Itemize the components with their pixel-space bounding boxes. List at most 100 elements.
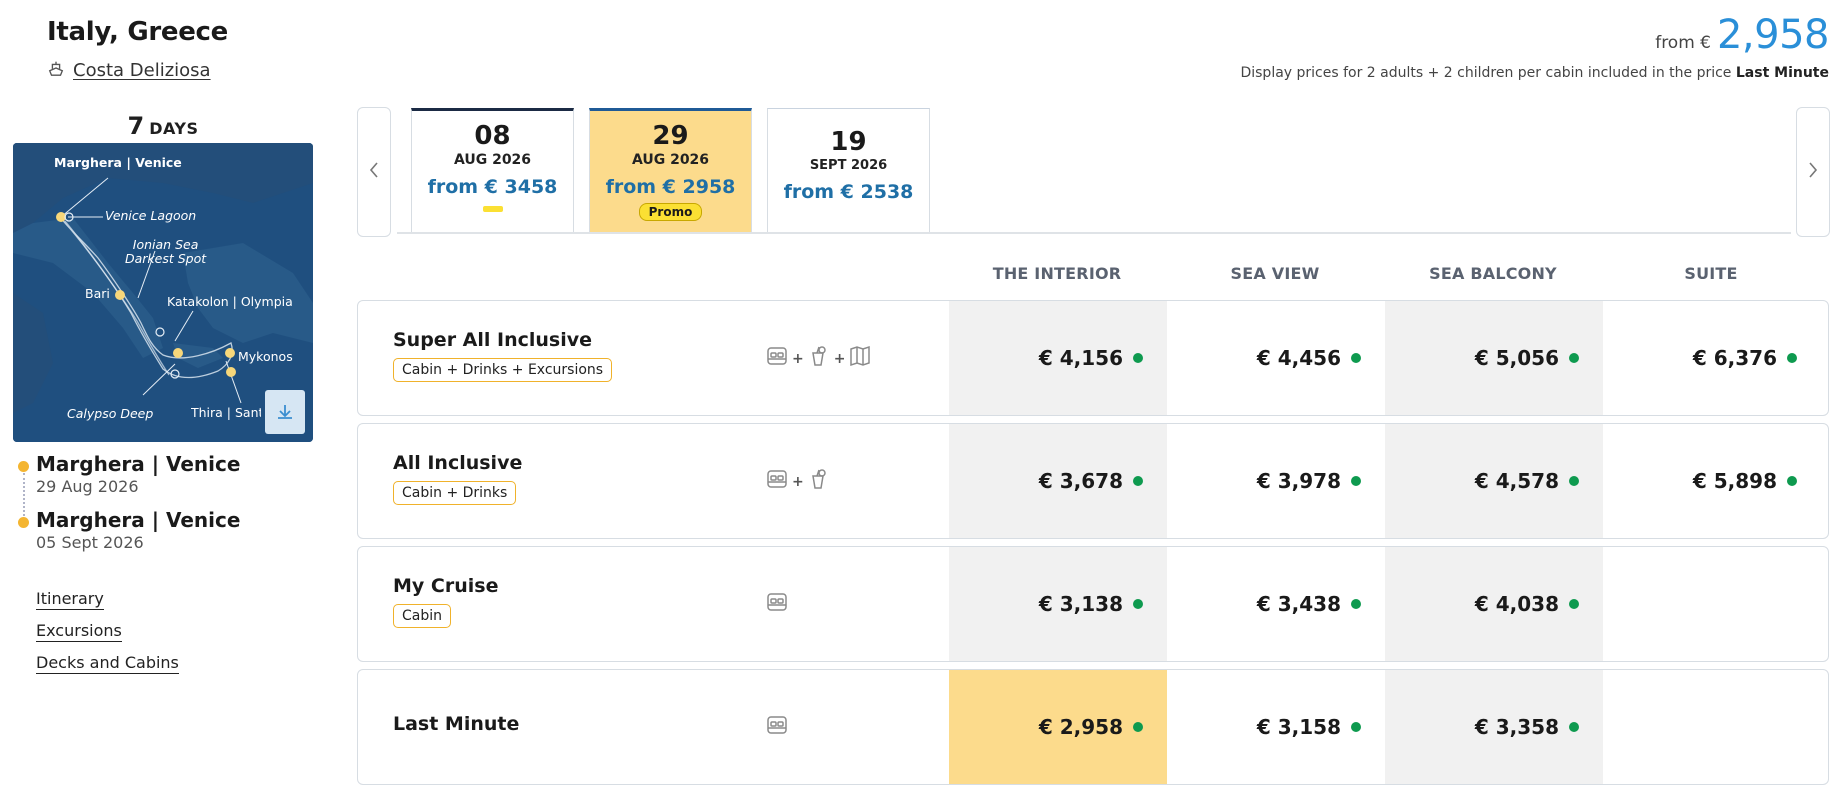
plus-icon: + <box>792 351 804 367</box>
drink-icon <box>807 344 831 368</box>
price-cell[interactable]: € 3,138 <box>949 547 1167 661</box>
price-value: € 4,156 <box>1038 346 1123 370</box>
stop-name: Marghera | Venice <box>36 508 241 532</box>
price-value: € 3,358 <box>1474 715 1559 739</box>
days-number: 7 <box>127 112 145 140</box>
availability-dot <box>1133 353 1143 363</box>
dates-prev-button[interactable] <box>357 107 391 237</box>
map-label-ionian: Ionian Sea Darkest Spot <box>125 237 207 266</box>
map-icon <box>848 344 872 368</box>
price-cell[interactable]: € 5,056 <box>1385 301 1603 415</box>
duration: 7 DAYS <box>13 112 313 140</box>
dates-next-button[interactable] <box>1796 107 1830 237</box>
map-download-button[interactable] <box>265 390 305 434</box>
date-tab-day: 08 <box>474 121 511 151</box>
ship-icon <box>47 59 65 82</box>
price-cell[interactable]: € 4,456 <box>1167 301 1385 415</box>
fare-row-last-minute: Last Minute € 2,958 € 3,158 € 3,358 <box>357 669 1829 785</box>
fare-icons <box>765 590 789 614</box>
price-note-text: Display prices for 2 adults + 2 children… <box>1240 65 1732 81</box>
availability-dot <box>1569 353 1579 363</box>
price-from: from € 2,958 <box>1655 12 1829 58</box>
availability-dot <box>1351 722 1361 732</box>
fare-icons: + + <box>765 344 872 368</box>
date-tab-3[interactable]: 19 SEPT 2026 from € 2538 <box>767 108 930 232</box>
availability-dot <box>1787 476 1797 486</box>
availability-dot <box>1351 353 1361 363</box>
price-value: € 3,678 <box>1038 469 1123 493</box>
ship-name[interactable]: Costa Deliziosa <box>73 60 211 81</box>
price-cell[interactable]: € 4,156 <box>949 301 1167 415</box>
stop-date: 29 Aug 2026 <box>36 477 139 496</box>
date-tab-price: from € 2538 <box>783 181 914 203</box>
stop-name: Marghera | Venice <box>36 452 241 476</box>
link-excursions[interactable]: Excursions <box>36 621 122 642</box>
days-label: DAYS <box>149 119 199 138</box>
link-decks-cabins[interactable]: Decks and Cabins <box>36 653 179 674</box>
fare-tag: Cabin <box>393 604 452 628</box>
itinerary-stops: Marghera | Venice 29 Aug 2026 Marghera |… <box>18 452 240 564</box>
availability-dot <box>1787 353 1797 363</box>
fare-name: Last Minute <box>393 713 520 735</box>
page-title: Italy, Greece <box>47 17 228 47</box>
availability-dot <box>1569 722 1579 732</box>
stop-dot <box>18 461 29 472</box>
download-icon <box>275 402 295 422</box>
availability-dot <box>1351 476 1361 486</box>
price-value: € 3,438 <box>1256 592 1341 616</box>
chevron-right-icon <box>1807 160 1819 185</box>
fare-row-my-cruise: My Cruise Cabin € 3,138 € 3,438 € 4,038 <box>357 546 1829 662</box>
price-note: Display prices for 2 adults + 2 children… <box>1240 65 1829 81</box>
date-tab-price: from € 3458 <box>427 176 558 198</box>
price-cell[interactable]: € 3,978 <box>1167 424 1385 538</box>
price-cell[interactable]: € 3,358 <box>1385 670 1603 784</box>
stop-departure: Marghera | Venice 29 Aug 2026 <box>18 452 240 508</box>
price-value: € 3,978 <box>1256 469 1341 493</box>
price-value: € 4,456 <box>1256 346 1341 370</box>
itinerary-map[interactable]: Marghera | Venice Venice Lagoon Ionian S… <box>13 143 313 442</box>
ship-link[interactable]: Costa Deliziosa <box>47 59 211 82</box>
map-label-lagoon: Venice Lagoon <box>105 208 197 223</box>
price-value: € 3,158 <box>1256 715 1341 739</box>
availability-dot <box>1133 476 1143 486</box>
price-value: € 6,376 <box>1692 346 1777 370</box>
chevron-left-icon <box>368 160 380 185</box>
price-cell[interactable]: € 3,438 <box>1167 547 1385 661</box>
price-note-tag: Last Minute <box>1735 65 1829 81</box>
price-cell[interactable]: € 4,578 <box>1385 424 1603 538</box>
price-from-value: 2,958 <box>1716 12 1830 58</box>
drink-icon <box>807 467 831 491</box>
map-label-katakolon: Katakolon | Olympia <box>167 294 293 309</box>
plus-icon: + <box>833 351 846 367</box>
map-label-bari: Bari <box>85 286 110 301</box>
price-value: € 5,898 <box>1692 469 1777 493</box>
stop-arrival: Marghera | Venice 05 Sept 2026 <box>18 508 240 564</box>
price-cell[interactable]: € 5,898 <box>1603 424 1821 538</box>
price-cell-selected[interactable]: € 2,958 <box>949 670 1167 784</box>
date-tab-price: from € 2958 <box>605 176 736 198</box>
map-label-start: Marghera | Venice <box>54 155 182 170</box>
date-tab-2-selected[interactable]: 29 AUG 2026 from € 2958 Promo <box>589 108 752 232</box>
availability-dot <box>1351 599 1361 609</box>
date-tabs-divider <box>397 232 1791 234</box>
bed-icon <box>765 467 789 491</box>
availability-dot <box>1569 476 1579 486</box>
column-header-suite: SUITE <box>1684 264 1738 283</box>
price-cell[interactable]: € 4,038 <box>1385 547 1603 661</box>
link-itinerary[interactable]: Itinerary <box>36 589 104 610</box>
date-tab-month: AUG 2026 <box>631 152 710 168</box>
date-tab-1[interactable]: 08 AUG 2026 from € 3458 <box>411 108 574 232</box>
map-label-mykonos: Mykonos <box>238 349 293 364</box>
fare-row-super-all-inclusive: Super All Inclusive Cabin + Drinks + Exc… <box>357 300 1829 416</box>
price-cell[interactable]: € 3,158 <box>1167 670 1385 784</box>
date-tab-indicator <box>482 206 503 212</box>
date-tab-month: SEPT 2026 <box>809 158 888 173</box>
price-value: € 4,038 <box>1474 592 1559 616</box>
price-cell[interactable]: € 6,376 <box>1603 301 1821 415</box>
column-header-sea-view: SEA VIEW <box>1230 264 1320 283</box>
fare-tag: Cabin + Drinks <box>393 481 517 505</box>
fare-tag: Cabin + Drinks + Excursions <box>393 358 613 382</box>
map-label-calypso: Calypso Deep <box>67 406 154 421</box>
price-cell[interactable]: € 3,678 <box>949 424 1167 538</box>
price-value: € 3,138 <box>1038 592 1123 616</box>
